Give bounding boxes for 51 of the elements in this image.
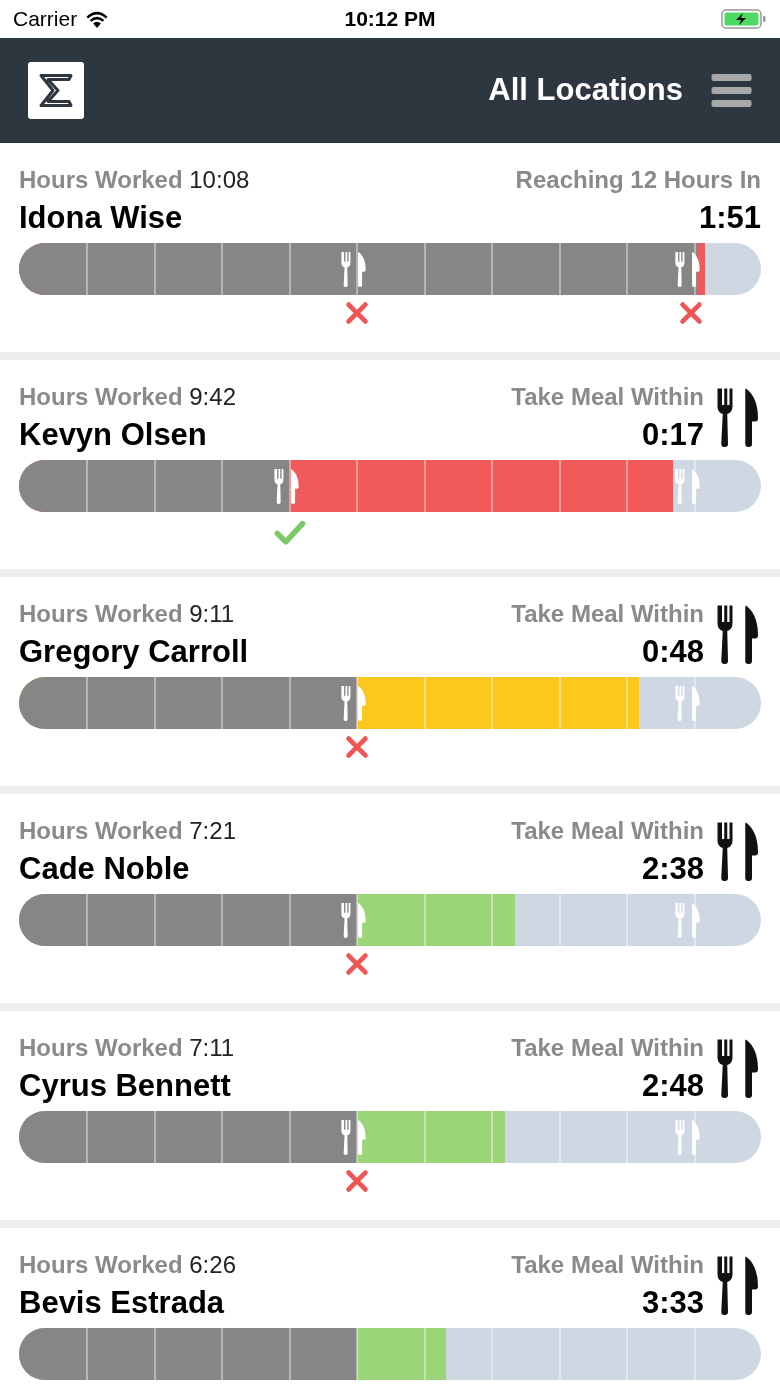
alert-time: 0:17 <box>641 418 704 450</box>
alert-label: Take Meal Within <box>511 602 704 626</box>
fork-knife-icon <box>673 251 702 287</box>
fork-knife-icon <box>272 468 301 504</box>
fork-knife-icon <box>716 386 761 448</box>
employee-name: Idona Wise <box>19 201 183 233</box>
alert-time: 2:48 <box>641 1069 704 1101</box>
alert-time: 0:48 <box>641 635 704 667</box>
fork-knife-icon <box>716 820 761 882</box>
employee-card[interactable]: Hours Worked 7:21 Take Meal Within Cade Noble 2:38 <box>0 794 780 1003</box>
fork-knife-icon <box>339 685 368 721</box>
employee-card[interactable]: Hours Worked 10:08 Reaching 12 Hours In Idona Wise 1:51 <box>0 143 780 352</box>
hours-worked: Hours Worked 6:26 <box>19 1253 236 1277</box>
hours-worked: Hours Worked 7:11 <box>19 1036 235 1060</box>
employee-name: Bevis Estrada <box>19 1286 225 1318</box>
battery-icon <box>721 8 767 30</box>
fork-knife-icon <box>673 468 702 504</box>
alert-label: Take Meal Within <box>511 819 704 843</box>
fork-knife-icon <box>673 1119 702 1155</box>
employee-card[interactable]: Hours Worked 6:26 Take Meal Within Bevis Estrada 3:33 <box>0 1228 780 1387</box>
hourglass-logo[interactable] <box>28 62 84 119</box>
employee-name: Cyrus Bennett <box>19 1069 231 1101</box>
employee-name: Gregory Carroll <box>19 635 249 667</box>
hours-worked: Hours Worked 9:11 <box>19 602 235 626</box>
fork-knife-icon <box>673 685 702 721</box>
alert-label: Reaching 12 Hours In <box>515 168 761 192</box>
location-title[interactable]: All Locations <box>488 67 683 114</box>
menu-icon[interactable] <box>711 73 752 108</box>
employee-card[interactable]: Hours Worked 7:11 Take Meal Within Cyrus Bennett 2:48 <box>0 1011 780 1220</box>
employee-card[interactable]: Hours Worked 9:11 Take Meal Within Gregory Carroll 0:48 <box>0 577 780 786</box>
fork-knife-icon <box>716 1037 761 1099</box>
fork-knife-icon <box>716 1254 761 1316</box>
fork-knife-icon <box>339 902 368 938</box>
hours-worked: Hours Worked 7:21 <box>19 819 236 843</box>
hours-worked: Hours Worked 10:08 <box>19 168 250 192</box>
fork-knife-icon <box>339 1119 368 1155</box>
alert-label: Take Meal Within <box>511 1036 704 1060</box>
carrier-label: Carrier <box>13 6 78 33</box>
alert-label: Take Meal Within <box>511 1253 704 1277</box>
employee-card[interactable]: Hours Worked 9:42 Take Meal Within Kevyn Olsen 0:17 <box>0 360 780 569</box>
alert-label: Take Meal Within <box>511 385 704 409</box>
fork-knife-icon <box>339 251 368 287</box>
fork-knife-icon <box>716 603 761 665</box>
employee-name: Cade Noble <box>19 852 190 884</box>
alert-time: 1:51 <box>698 201 761 233</box>
hours-worked: Hours Worked 9:42 <box>19 385 236 409</box>
employee-name: Kevyn Olsen <box>19 418 207 450</box>
alert-time: 2:38 <box>641 852 704 884</box>
alert-time: 3:33 <box>641 1286 704 1318</box>
clock-time: 10:12 PM <box>344 6 436 33</box>
fork-knife-icon <box>673 902 702 938</box>
